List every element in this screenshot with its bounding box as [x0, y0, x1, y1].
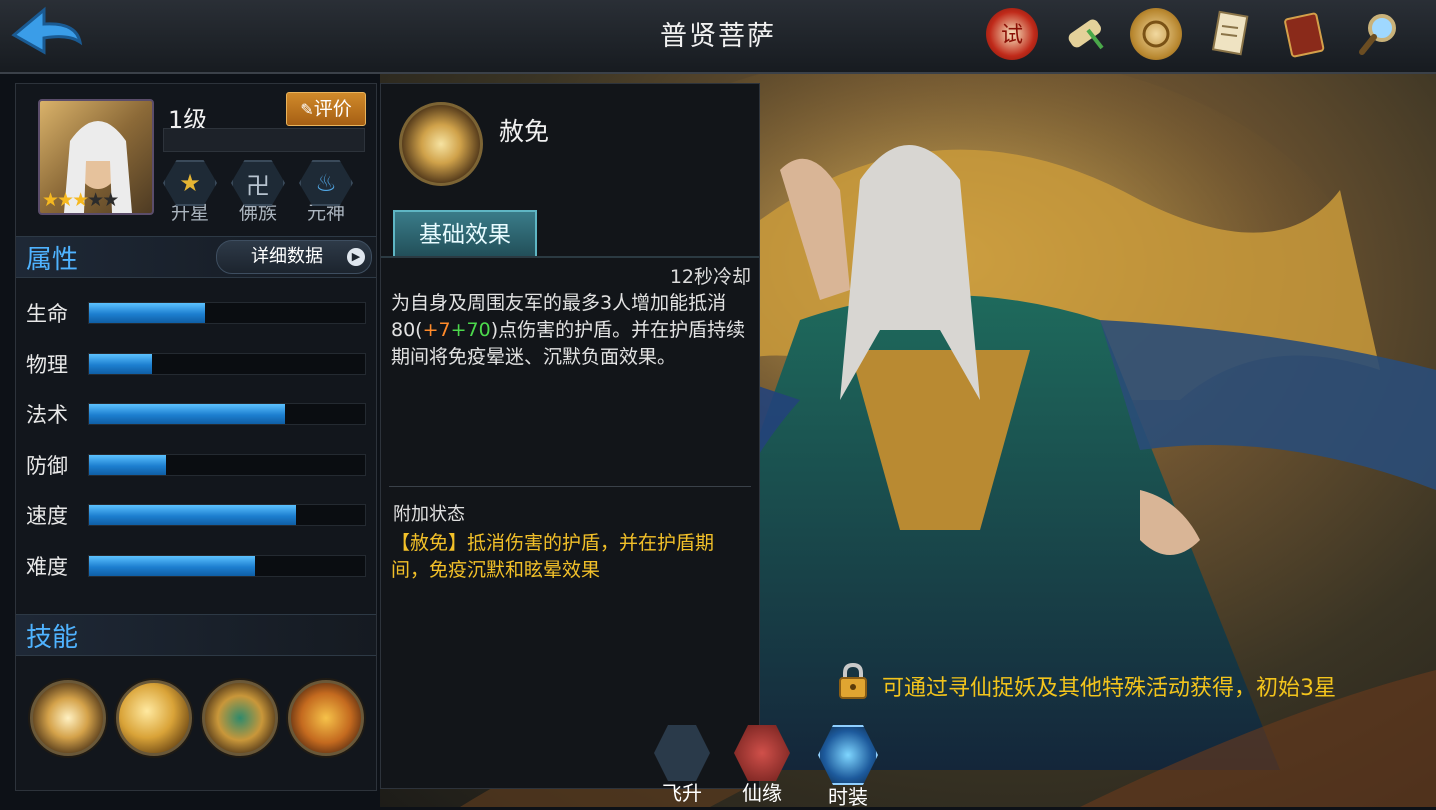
star-rating: ★★★★★ — [42, 189, 119, 211]
stat-name: 生命 — [26, 302, 68, 326]
star-filled-icon: ★ — [57, 189, 74, 211]
skills-header: 技能 — [16, 614, 376, 656]
nav-label: 飞升 — [662, 781, 702, 805]
play-arrow-icon: ▶ — [347, 248, 365, 266]
nav-label: 时装 — [828, 785, 868, 809]
star-filled-icon: ★ — [42, 189, 59, 211]
costume-icon — [818, 725, 878, 785]
rate-button[interactable]: ✎评价 — [286, 92, 366, 126]
stat-name: 速度 — [26, 504, 68, 528]
bottom-nav: 飞升 仙缘 时装 — [620, 725, 1000, 809]
skill-name: 赦免 — [499, 117, 550, 146]
attributes-title: 属性 — [26, 245, 79, 275]
tag-buddha-clan[interactable]: 卍 佛族 — [230, 160, 286, 225]
stat-bar-track — [88, 504, 366, 526]
detail-data-button[interactable]: 详细数据 ▶ — [216, 240, 372, 274]
nav-label: 仙缘 — [742, 781, 782, 805]
stat-name: 物理 — [26, 352, 68, 377]
coin-icon[interactable] — [1130, 8, 1182, 60]
ascend-icon — [654, 725, 710, 781]
tab-divider — [381, 256, 759, 258]
skill-3-icon[interactable] — [202, 680, 278, 756]
hero-portrait[interactable]: ★★★★★ — [38, 99, 154, 215]
unlock-text: 可通过寻仙捉妖及其他特殊活动获得，初始3星 — [882, 676, 1336, 701]
skill-pardon-icon[interactable] — [30, 680, 106, 756]
rate-button-label: 评价 — [313, 98, 352, 120]
edit-icon: ✎ — [300, 100, 314, 119]
stat-row: 物理 — [26, 349, 366, 377]
nav-costume[interactable]: 时装 — [810, 725, 886, 809]
stat-bar-fill — [89, 404, 285, 424]
stat-bar-fill — [89, 353, 153, 374]
extra-status-title: 附加状态 — [393, 504, 465, 525]
stat-name: 防御 — [26, 453, 68, 478]
skills-title: 技能 — [26, 623, 79, 653]
top-bar: 普贤菩萨 试 — [0, 0, 1436, 74]
book-icon[interactable] — [1278, 8, 1330, 60]
stat-row: 速度 — [26, 500, 366, 528]
document-icon[interactable] — [1204, 8, 1256, 60]
extra-status-text: 【赦免】抵消伤害的护盾，并在护盾期间，免疫沉默和眩晕效果 — [391, 532, 715, 581]
hero-info-panel: ★★★★★ 1级 ✎评价 ★ 升星 卍 佛族 ♨ 元神 属性 详细数据 ▶ 生命… — [15, 83, 377, 791]
desc-bonus-green: +70 — [450, 319, 491, 341]
tag-spirit[interactable]: ♨ 元神 — [298, 160, 354, 225]
stat-bar-track — [88, 403, 366, 425]
stat-row: 法术 — [26, 399, 366, 427]
scroll-icon[interactable] — [1058, 8, 1110, 60]
trial-seal-icon[interactable]: 试 — [986, 8, 1038, 60]
lock-icon — [839, 662, 867, 699]
star-filled-icon: ★ — [72, 189, 89, 211]
star-empty-icon: ★ — [87, 189, 104, 211]
nav-fate[interactable]: 仙缘 — [724, 725, 800, 807]
skill-4-icon[interactable] — [288, 680, 364, 756]
stat-bar-track — [88, 554, 366, 577]
skill-description: 为自身及周围友军的最多3人增加能抵消80(+7+70)点伤害的护盾。并在护盾持续… — [391, 290, 751, 371]
skill-cooldown: 12秒冷却 — [669, 266, 751, 288]
svg-text:试: 试 — [1001, 23, 1023, 48]
attributes-header: 属性 详细数据 ▶ — [16, 236, 376, 278]
magnifier-icon[interactable] — [1352, 8, 1404, 60]
tag-star-up[interactable]: ★ 升星 — [162, 160, 218, 225]
skill-2-icon[interactable] — [116, 680, 192, 756]
star-empty-icon: ★ — [102, 189, 119, 211]
stat-name: 法术 — [26, 403, 68, 427]
stat-row: 难度 — [26, 551, 366, 579]
section-divider — [389, 486, 751, 487]
stat-bar-fill — [89, 555, 255, 576]
desc-bonus-orange: +7 — [422, 319, 451, 341]
fate-icon — [734, 725, 790, 781]
stat-bar-fill — [89, 303, 205, 323]
nav-ascend[interactable]: 飞升 — [644, 725, 720, 807]
skill-pardon-icon — [399, 102, 483, 186]
detail-data-label: 详细数据 — [251, 246, 323, 267]
stat-bar-fill — [89, 505, 296, 525]
tab-basic-effect[interactable]: 基础效果 — [393, 210, 537, 258]
skill-detail-panel: 赦免 基础效果 12秒冷却 为自身及周围友军的最多3人增加能抵消80(+7+70… — [380, 83, 760, 789]
stat-name: 难度 — [26, 554, 68, 579]
stat-bar-track — [88, 352, 366, 375]
stat-bar-fill — [89, 454, 167, 475]
stat-bar-track — [88, 453, 366, 476]
stat-bar-track — [88, 302, 366, 324]
stat-row: 生命 — [26, 298, 366, 326]
stat-row: 防御 — [26, 450, 366, 478]
experience-bar — [163, 128, 365, 152]
